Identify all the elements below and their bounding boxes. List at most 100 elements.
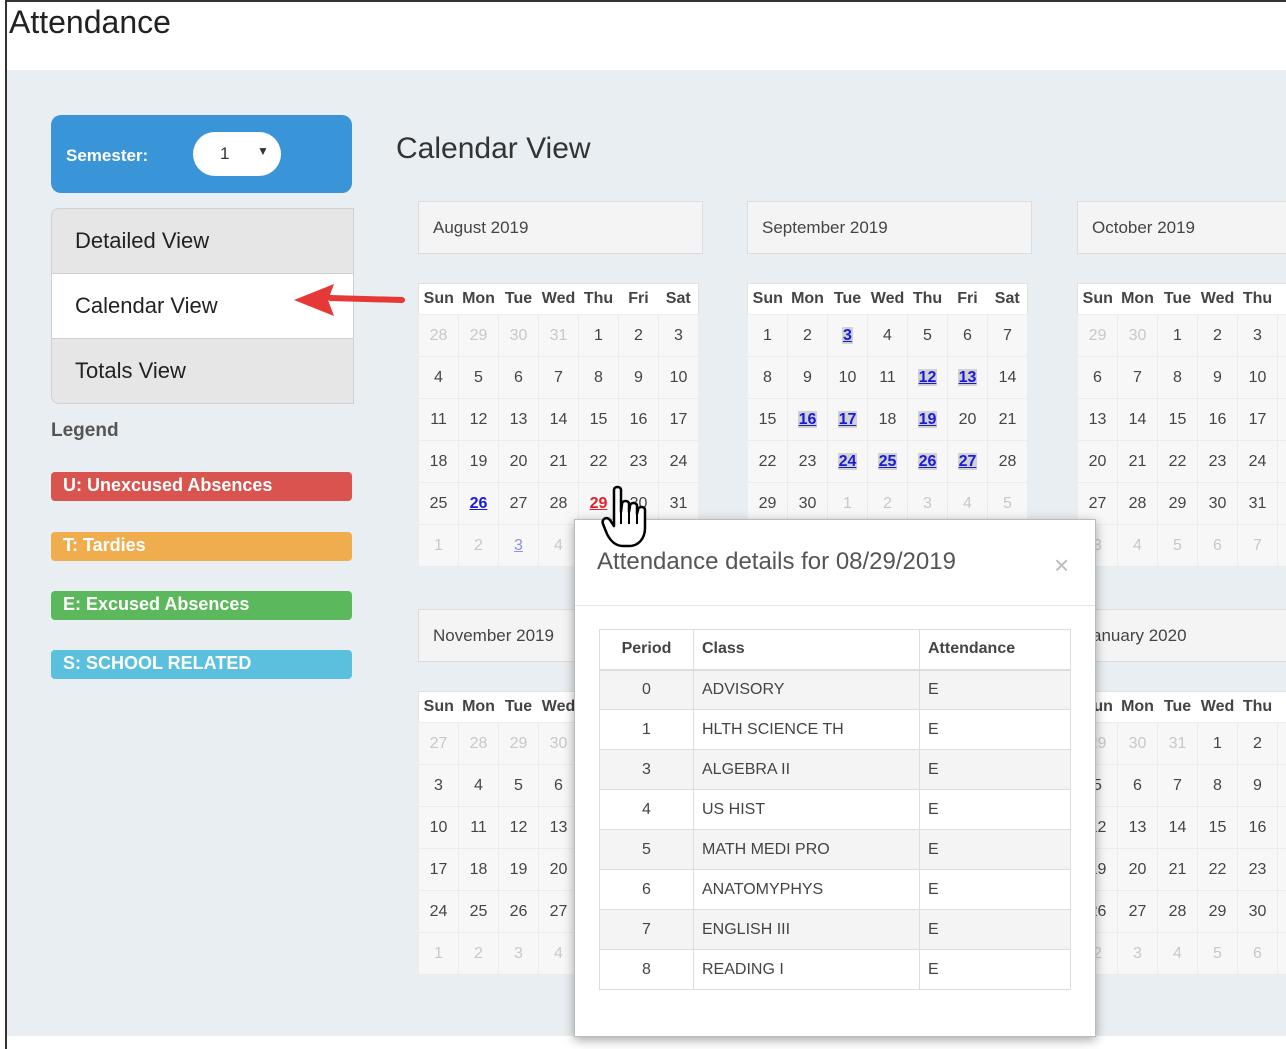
calendar-day[interactable]: 3 — [827, 314, 868, 357]
calendar-day-number: 24 — [669, 452, 688, 470]
week-row: 2627282930311 — [1077, 890, 1286, 933]
calendar-day-number: 8 — [763, 368, 772, 386]
weekday-label: Sat — [987, 283, 1028, 315]
calendar-day-number: 23 — [798, 452, 817, 470]
calendar-day: 26 — [498, 890, 539, 933]
calendar-day[interactable]: 12 — [907, 356, 948, 399]
calendar-day: 23 — [1237, 848, 1278, 891]
weekday-label: Mon — [458, 283, 499, 315]
calendar-day-number: 20 — [1128, 860, 1147, 878]
calendar-day: 27 — [538, 890, 579, 933]
calendar-day-number: 30 — [1208, 494, 1227, 512]
calendar-day: 6 — [1117, 764, 1158, 807]
calendar-day: 9 — [1237, 764, 1278, 807]
calendar-day: 30 — [1237, 890, 1278, 933]
table-row: 5 MATH MEDI PRO E — [599, 829, 1071, 870]
calendar-day: 24 — [658, 440, 699, 483]
calendar-day-number: 20 — [509, 452, 528, 470]
calendar-day: 21 — [1117, 440, 1158, 483]
calendar-day: 27 — [1117, 890, 1158, 933]
calendar-day[interactable]: 26 — [458, 482, 499, 525]
period-cell: 4 — [599, 789, 694, 830]
calendar-day: 4 — [1117, 524, 1158, 567]
calendar-day: 6 — [498, 356, 539, 399]
calendar-day-number: 2 — [474, 944, 483, 962]
calendar-day: 17 — [1237, 398, 1278, 441]
calendar-day: 30 — [1197, 482, 1238, 525]
calendar-day: 13 — [1117, 806, 1158, 849]
class-cell: MATH MEDI PRO — [693, 829, 920, 870]
calendar-day[interactable]: 16 — [787, 398, 828, 441]
calendar-day-number: 31 — [549, 326, 568, 344]
calendar-day[interactable]: 3 — [498, 524, 539, 567]
table-row: 1 HLTH SCIENCE TH E — [599, 709, 1071, 750]
calendar-day: 28 — [538, 482, 579, 525]
calendar-day[interactable]: 25 — [867, 440, 908, 483]
calendar-day-number: 15 — [758, 410, 777, 428]
calendar-day-number: 28 — [549, 494, 568, 512]
calendar-day-number: 4 — [963, 494, 972, 512]
calendar-day[interactable]: 19 — [907, 398, 948, 441]
calendar-day-number: 3 — [1253, 326, 1262, 344]
calendar-day-number: 3 — [674, 326, 683, 344]
calendar-day: 12 — [498, 806, 539, 849]
calendar-day: 6 — [1237, 932, 1278, 975]
calendar-day-number: 12 — [469, 410, 488, 428]
calendar-day: 17 — [658, 398, 699, 441]
calendar-day: 29 — [1157, 482, 1198, 525]
calendar-day: 15 — [1157, 398, 1198, 441]
class-cell: READING I — [693, 949, 920, 990]
calendar-day[interactable]: 26 — [907, 440, 948, 483]
table-row: 6 ANATOMYPHYS E — [599, 869, 1071, 910]
week-row: 2345678 — [1077, 932, 1286, 975]
calendar-day: 19 — [458, 440, 499, 483]
calendar-day-number: 7 — [1133, 368, 1142, 386]
calendar-day: 28 — [1157, 890, 1198, 933]
calendar-day-number: 1 — [1213, 734, 1222, 752]
weekday-label: Mon — [787, 283, 828, 315]
calendar-day-number: 6 — [554, 776, 563, 794]
calendar-day-number: 7 — [1253, 536, 1262, 554]
week-row: 12131415161718 — [1077, 806, 1286, 849]
calendar-day: 5 — [1157, 524, 1198, 567]
weekday-label: Tue — [827, 283, 868, 315]
legend-excused-badge: E: Excused Absences — [51, 591, 352, 620]
calendar-day[interactable]: 17 — [827, 398, 868, 441]
calendar-day-number: 1 — [1173, 326, 1182, 344]
week-row: 11 12 13 14 15 16 17 — [418, 398, 699, 441]
semester-select[interactable]: 1 ▼ — [193, 132, 281, 176]
calendar-day-number: 6 — [1253, 944, 1262, 962]
calendar-day: 21 — [1157, 848, 1198, 891]
calendar-day: 25 — [458, 890, 499, 933]
calendar-day-number: 28 — [469, 734, 488, 752]
calendar-day[interactable]: 24 — [827, 440, 868, 483]
calendar-day: 14 — [987, 356, 1028, 399]
calendar-day-number: 15 — [1208, 818, 1227, 836]
week-row: 28 29 30 31 1 2 3 — [418, 314, 699, 357]
calendar-day[interactable]: 13 — [947, 356, 988, 399]
attendance-cell: E — [919, 829, 1071, 870]
period-cell: 5 — [599, 829, 694, 870]
calendar-day: 28 — [458, 722, 499, 765]
calendar-day: 28 — [1117, 482, 1158, 525]
nav-detailed-view[interactable]: Detailed View — [52, 209, 353, 274]
calendar-day-number: 21 — [549, 452, 568, 470]
calendar-day: 31 — [1157, 722, 1198, 765]
calendar-day[interactable]: 27 — [947, 440, 988, 483]
red-arrow-icon — [294, 284, 405, 316]
calendar-day: 12 — [458, 398, 499, 441]
calendar-day: 8 — [1197, 764, 1238, 807]
calendar-day-number: 3 — [514, 944, 523, 962]
calendar-day-number: 18 — [469, 860, 488, 878]
calendar-day-number: 14 — [549, 410, 568, 428]
close-icon[interactable]: × — [1054, 550, 1069, 581]
month-grid: SunMonTueWedThuFriSat2930123456789101112… — [1077, 283, 1286, 567]
calendar-day-number: 6 — [514, 368, 523, 386]
calendar-day: 23 — [787, 440, 828, 483]
weekday-label: Fri — [1277, 283, 1286, 315]
calendar-day-number: 27 — [957, 452, 978, 470]
calendar-day-number: 6 — [963, 326, 972, 344]
nav-totals-view[interactable]: Totals View — [52, 339, 353, 403]
calendar-day-number: 27 — [1128, 902, 1147, 920]
calendar-day: 21 — [538, 440, 579, 483]
